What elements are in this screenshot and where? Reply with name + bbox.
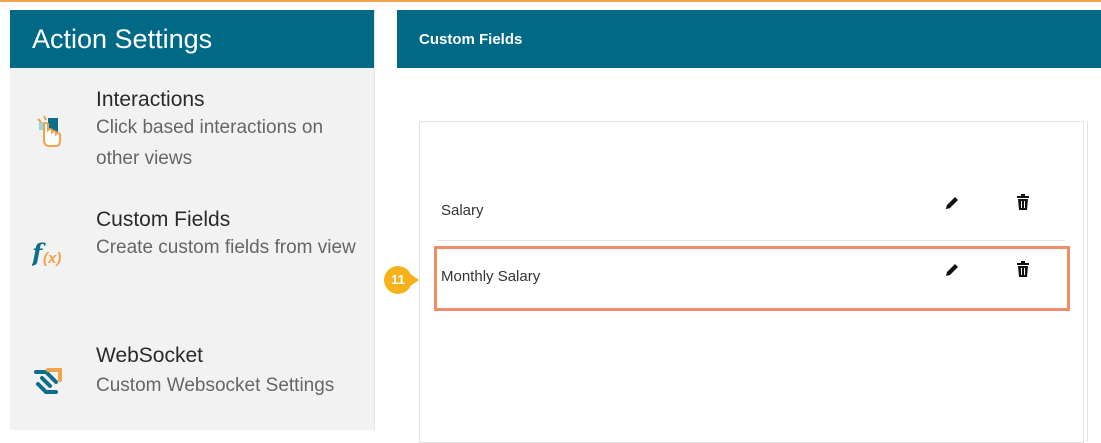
sidebar-title: Action Settings (10, 10, 374, 68)
hand-pointer-icon (32, 114, 66, 148)
sidebar-item-title: Interactions (96, 88, 205, 111)
row-divider (437, 240, 1065, 241)
panel-title: Custom Fields (397, 10, 1101, 68)
function-icon: f (x) (30, 236, 66, 270)
websocket-icon (32, 364, 66, 398)
sidebar-item-title: Custom Fields (96, 208, 231, 231)
action-settings-sidebar: Action Settings Interactions Click based… (10, 10, 375, 430)
svg-text:(x): (x) (43, 250, 61, 267)
top-accent-line (0, 0, 1101, 2)
highlight-box (434, 246, 1070, 311)
sidebar-item-description: Custom Websocket Settings (96, 375, 335, 396)
sidebar-item-custom-fields[interactable]: f (x) Custom Fields Create custom fields… (10, 204, 374, 304)
sidebar-item-title: WebSocket (96, 344, 203, 367)
sidebar-item-websocket[interactable]: WebSocket Custom Websocket Settings (10, 344, 374, 424)
sidebar-item-description: Click based interactions on other views (96, 117, 324, 169)
field-name: Salary (441, 202, 484, 219)
sidebar-item-interactions[interactable]: Interactions Click based interactions on… (10, 84, 374, 184)
list-item[interactable]: Salary (441, 198, 1061, 228)
badge-pointer (409, 273, 419, 287)
pencil-icon[interactable] (943, 194, 961, 212)
side-card-edge (1087, 121, 1101, 441)
sidebar-item-description: Create custom fields from view (96, 237, 356, 258)
step-badge: 11 (384, 266, 412, 294)
trash-icon[interactable] (1014, 193, 1032, 211)
